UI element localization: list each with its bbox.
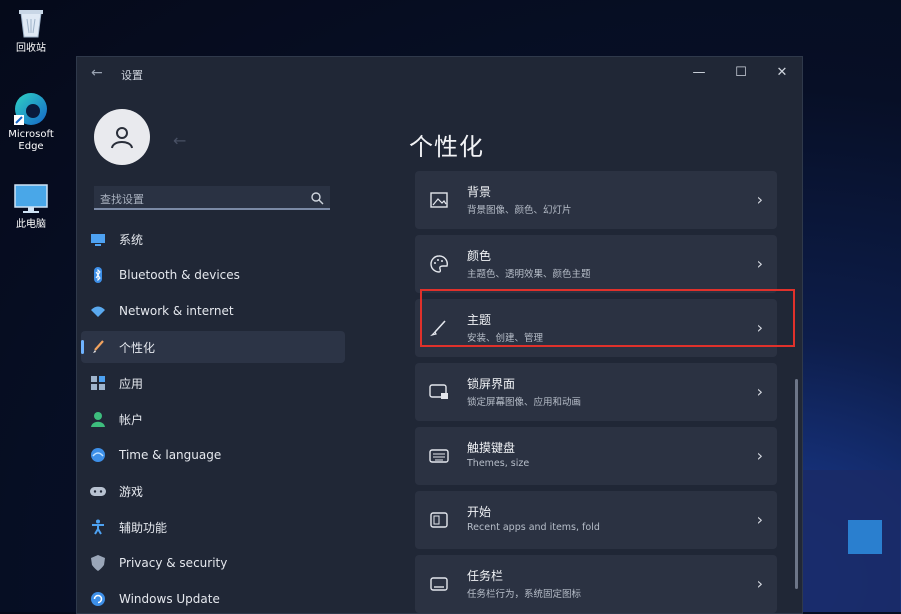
sidebar-item-time-language[interactable]: Time & language	[81, 439, 345, 471]
user-icon	[111, 127, 133, 149]
search-icon[interactable]	[310, 190, 324, 209]
desktop-icon-label: 回收站	[16, 43, 46, 54]
chevron-right-icon: ›	[756, 510, 763, 529]
window-title: 设置	[121, 69, 143, 82]
globe-icon	[89, 446, 107, 464]
card-subtitle: 背景图像、颜色、幻灯片	[467, 205, 572, 216]
sidebar-item-network[interactable]: Network & internet	[81, 295, 345, 327]
sidebar-item-apps[interactable]: 应用	[81, 367, 345, 399]
sidebar-item-label: 游戏	[119, 484, 144, 499]
settings-card-touch-keyboard[interactable]: 触摸键盘 Themes, size ›	[415, 427, 777, 485]
sidebar-item-windows-update[interactable]: Windows Update	[81, 583, 345, 613]
sidebar-item-label: Windows Update	[119, 592, 220, 606]
settings-card-colors[interactable]: 颜色 主题色、透明效果、颜色主题 ›	[415, 235, 777, 293]
maximize-button[interactable]: ☐	[730, 63, 752, 83]
sidebar-item-personalization[interactable]: 个性化	[81, 331, 345, 363]
sidebar-item-system[interactable]: 系统	[81, 223, 345, 255]
chevron-right-icon: ›	[756, 190, 763, 209]
blur-block	[848, 520, 882, 554]
sidebar-item-label: 个性化	[119, 340, 156, 355]
lockscreen-icon	[429, 382, 449, 402]
sidebar-item-label: 辅助功能	[119, 520, 168, 535]
settings-card-taskbar[interactable]: 任务栏 任务栏行为，系统固定图标 ›	[415, 555, 777, 613]
sidebar-item-accounts[interactable]: 帐户	[81, 403, 345, 435]
system-icon	[89, 230, 107, 248]
scrollbar[interactable]	[795, 379, 798, 589]
card-subtitle: 任务栏行为，系统固定图标	[467, 589, 582, 600]
chevron-right-icon: ›	[756, 574, 763, 593]
settings-card-background[interactable]: 背景 背景图像、颜色、幻灯片 ›	[415, 171, 777, 229]
card-title: 背景	[467, 185, 492, 199]
image-icon	[429, 190, 449, 210]
card-title: 锁屏界面	[467, 377, 516, 391]
card-title: 开始	[467, 505, 492, 519]
highlight-box	[420, 289, 795, 347]
card-subtitle: Themes, size	[467, 458, 530, 469]
page-title: 个性化	[409, 133, 484, 161]
chevron-right-icon: ›	[756, 446, 763, 465]
sidebar-item-label: 系统	[119, 232, 144, 247]
close-button[interactable]: ✕	[771, 63, 793, 83]
desktop-icon-this-pc[interactable]: 此电脑	[6, 182, 56, 231]
apps-icon	[89, 374, 107, 392]
desktop-icon-label: Microsoft Edge	[8, 129, 54, 152]
search-placeholder: 查找设置	[100, 193, 144, 206]
settings-card-start[interactable]: 开始 Recent apps and items, fold ›	[415, 491, 777, 549]
monitor-icon	[12, 182, 50, 216]
settings-card-lock-screen[interactable]: 锁屏界面 锁定屏幕图像、应用和动画 ›	[415, 363, 777, 421]
update-icon	[89, 590, 107, 608]
desktop-icon-label: 此电脑	[16, 219, 46, 230]
sidebar-item-bluetooth[interactable]: Bluetooth & devices	[81, 259, 345, 291]
shield-icon	[89, 554, 107, 572]
search-input[interactable]: 查找设置	[94, 186, 330, 210]
sidebar-item-label: Bluetooth & devices	[119, 268, 240, 282]
chevron-right-icon: ›	[756, 382, 763, 401]
settings-window: ← 设置 — ☐ ✕ ← 查找设置 系统 Bluetooth & devices…	[76, 56, 803, 614]
minimize-button[interactable]: —	[688, 63, 710, 83]
sidebar-item-accessibility[interactable]: 辅助功能	[81, 511, 345, 543]
start-icon	[429, 510, 449, 530]
desktop-icon-recycle-bin[interactable]: 回收站	[6, 6, 56, 55]
recycle-bin-icon	[12, 6, 50, 40]
chevron-right-icon: ›	[756, 254, 763, 273]
desktop-icon-edge[interactable]: Microsoft Edge	[6, 92, 56, 153]
sidebar-item-label: Privacy & security	[119, 556, 228, 570]
gamepad-icon	[89, 482, 107, 500]
title-bar: ← 设置 — ☐ ✕	[77, 57, 802, 91]
card-subtitle: 主题色、透明效果、颜色主题	[467, 269, 591, 280]
bluetooth-icon	[89, 266, 107, 284]
sidebar-item-gaming[interactable]: 游戏	[81, 475, 345, 507]
back-arrow-icon[interactable]: ←	[91, 65, 103, 81]
account-icon	[89, 410, 107, 428]
palette-icon	[429, 254, 449, 274]
card-title: 颜色	[467, 249, 492, 263]
arrow-left-icon: ←	[173, 131, 187, 150]
sidebar-item-label: Time & language	[119, 448, 222, 462]
card-subtitle: 锁定屏幕图像、应用和动画	[467, 397, 582, 408]
wifi-icon	[89, 302, 107, 320]
edge-icon	[12, 92, 50, 126]
active-indicator	[81, 340, 84, 354]
taskbar-icon	[429, 574, 449, 594]
keyboard-icon	[429, 446, 449, 466]
sidebar-item-label: 应用	[119, 376, 144, 391]
card-title: 任务栏	[467, 569, 504, 583]
card-title: 触摸键盘	[467, 441, 516, 455]
brush-icon	[89, 338, 107, 356]
sidebar-item-privacy[interactable]: Privacy & security	[81, 547, 345, 579]
accessibility-icon	[89, 518, 107, 536]
card-subtitle: Recent apps and items, fold	[467, 522, 600, 533]
avatar[interactable]	[94, 109, 150, 165]
sidebar-item-label: Network & internet	[119, 304, 234, 318]
sidebar-item-label: 帐户	[119, 412, 144, 427]
